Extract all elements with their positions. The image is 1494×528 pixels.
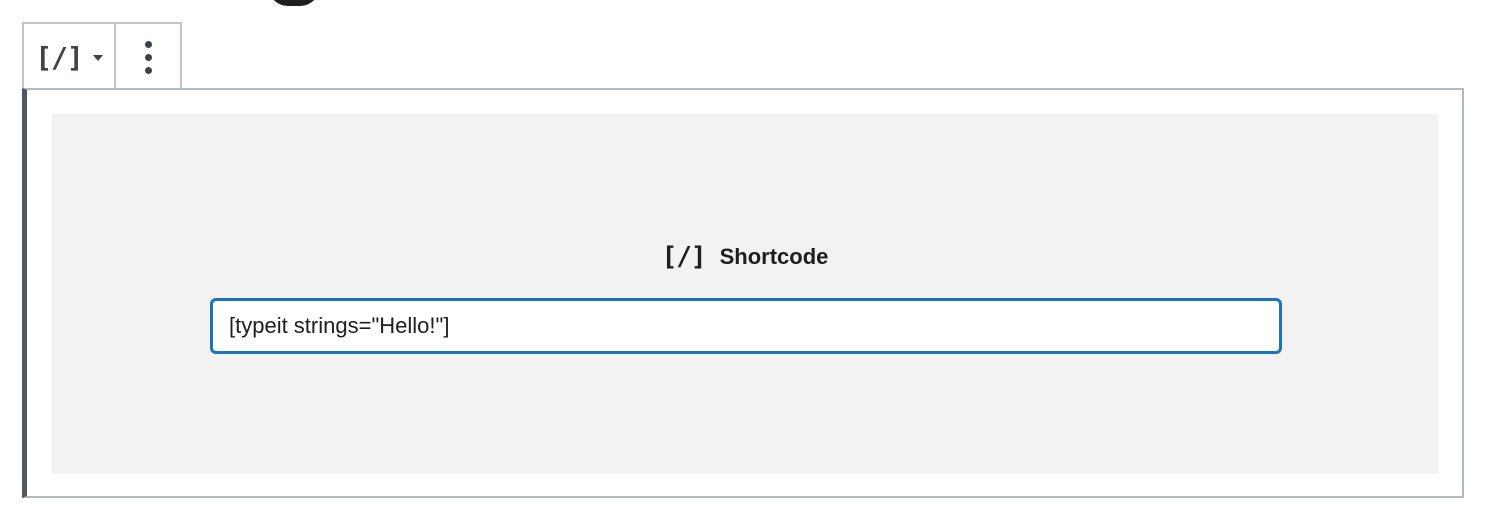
block-switcher-button[interactable]: [/]	[24, 24, 116, 90]
shortcode-block[interactable]: [/] Shortcode	[22, 88, 1464, 498]
heading-fragment	[268, 0, 320, 6]
block-toolbar: [/]	[22, 22, 182, 90]
kebab-menu-icon	[144, 40, 152, 74]
caret-down-icon	[92, 55, 103, 61]
shortcode-placeholder: [/] Shortcode	[52, 114, 1438, 474]
more-options-button[interactable]	[116, 24, 180, 90]
shortcode-label: [/] Shortcode	[52, 242, 1438, 272]
shortcode-label-text: Shortcode	[719, 244, 829, 269]
shortcode-icon: [/]	[35, 40, 84, 74]
editor-page: [/] [/] Shortcode	[0, 0, 1494, 528]
shortcode-label-icon: [/]	[661, 242, 707, 272]
shortcode-input[interactable]	[210, 298, 1282, 354]
